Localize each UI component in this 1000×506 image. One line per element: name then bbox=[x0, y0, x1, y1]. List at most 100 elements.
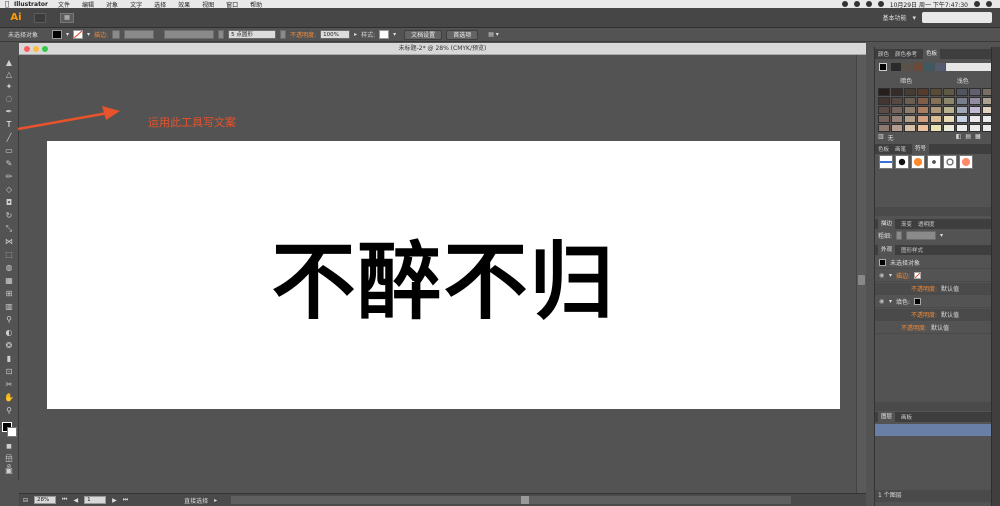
appearance-fill-opacity-row[interactable]: 不透明度: 默认值 bbox=[875, 309, 991, 321]
stroke-label[interactable]: 描边: bbox=[94, 30, 108, 39]
chevron-down-icon[interactable]: ▾ bbox=[66, 31, 69, 38]
mesh-tool-icon[interactable]: ⊞ bbox=[3, 289, 15, 299]
swatch-cell[interactable] bbox=[891, 124, 903, 132]
chevron-down-icon[interactable]: ▾ bbox=[393, 31, 396, 38]
chevron-right-icon[interactable]: ▸ bbox=[354, 31, 357, 38]
swatch-cell[interactable] bbox=[943, 106, 955, 114]
preferences-button[interactable]: 首选项 bbox=[446, 29, 479, 40]
swatch-cell[interactable] bbox=[878, 124, 890, 132]
hand-tool-icon[interactable]: ✋ bbox=[3, 393, 15, 403]
tab-stroke[interactable]: 描边 bbox=[878, 219, 896, 229]
stroke-color-swatch[interactable] bbox=[73, 30, 84, 39]
chevron-right-icon[interactable]: ▸ bbox=[214, 497, 217, 504]
swatch-cell[interactable] bbox=[917, 106, 929, 114]
artboard[interactable]: 不醉不归 bbox=[47, 141, 840, 409]
artboard-number-field[interactable]: 1 bbox=[84, 496, 107, 504]
opacity-input[interactable]: 100% bbox=[320, 30, 351, 39]
appearance-fill-swatch[interactable] bbox=[914, 298, 922, 305]
paintbrush-tool-icon[interactable]: ✎ bbox=[3, 159, 15, 169]
arrange-documents-icon[interactable]: ▦ bbox=[60, 12, 74, 23]
battery-icon[interactable] bbox=[877, 1, 884, 7]
swatch-cell[interactable] bbox=[969, 115, 981, 123]
swatch-cell[interactable] bbox=[904, 88, 916, 96]
appearance-opacity-row[interactable]: 不透明度: 默认值 bbox=[875, 283, 991, 295]
fill-color-swatch[interactable] bbox=[52, 30, 63, 39]
search-field[interactable] bbox=[922, 12, 992, 23]
zoom-tool-icon[interactable]: ⚲ bbox=[3, 406, 15, 416]
stroke-weight-dropdown[interactable] bbox=[124, 30, 155, 39]
swatch-cell[interactable] bbox=[904, 115, 916, 123]
stroke-weight-input[interactable] bbox=[906, 231, 937, 240]
swatch-cell[interactable] bbox=[878, 106, 890, 114]
direct-selection-tool-icon[interactable]: △ bbox=[3, 70, 15, 80]
tab-swatches-2[interactable]: 色板 bbox=[878, 145, 889, 153]
color-mode-icons[interactable]: ■ □ ⊘ bbox=[3, 442, 15, 470]
swatch-cell[interactable] bbox=[969, 124, 981, 132]
swatch-cell[interactable] bbox=[956, 106, 968, 114]
symbol-item[interactable] bbox=[879, 155, 893, 169]
symbol-item[interactable] bbox=[911, 155, 925, 169]
appearance-opacity3-label[interactable]: 不透明度: bbox=[901, 323, 927, 332]
tab-brushes[interactable]: 画笔 bbox=[895, 145, 906, 153]
free-transform-tool-icon[interactable]: ⬚ bbox=[3, 250, 15, 260]
swatch-cell[interactable] bbox=[930, 124, 942, 132]
chevron-down-icon[interactable]: ▾ bbox=[87, 31, 90, 38]
recent-swatch[interactable] bbox=[891, 63, 901, 71]
eye-icon[interactable]: ◉ bbox=[879, 272, 885, 279]
swatch-cell[interactable] bbox=[917, 124, 929, 132]
app-menu[interactable]: Illustrator bbox=[14, 1, 48, 8]
slice-tool-icon[interactable]: ✂ bbox=[3, 380, 15, 390]
recent-swatch[interactable] bbox=[924, 63, 934, 71]
swatch-cell[interactable] bbox=[969, 97, 981, 105]
swatch-cell[interactable] bbox=[943, 88, 955, 96]
chevron-down-icon[interactable]: ▾ bbox=[940, 232, 943, 239]
artboard-nav-icon[interactable]: ⊟ bbox=[23, 497, 28, 504]
apple-icon[interactable]:  bbox=[0, 0, 14, 8]
swatch-cell[interactable] bbox=[904, 97, 916, 105]
swatch-cell[interactable] bbox=[943, 124, 955, 132]
layer-row[interactable] bbox=[875, 424, 991, 436]
swatch-cell[interactable] bbox=[891, 97, 903, 105]
swatch-cell[interactable] bbox=[878, 97, 890, 105]
tab-graphic-styles[interactable]: 图形样式 bbox=[901, 246, 923, 254]
tab-swatches[interactable]: 色板 bbox=[923, 49, 941, 59]
recent-swatch[interactable] bbox=[935, 63, 945, 71]
disclosure-icon[interactable]: ▾ bbox=[889, 298, 892, 305]
swatch-cell[interactable] bbox=[956, 124, 968, 132]
vertical-scrollbar[interactable] bbox=[856, 55, 866, 493]
swatch-cell[interactable] bbox=[930, 115, 942, 123]
stroke-weight-stepper[interactable] bbox=[896, 231, 903, 240]
shaper-tool-icon[interactable]: ◇ bbox=[3, 185, 15, 195]
swatch-cell[interactable] bbox=[943, 97, 955, 105]
swatch-cell[interactable] bbox=[969, 88, 981, 96]
eye-icon[interactable]: ◉ bbox=[879, 298, 885, 305]
column-graph-tool-icon[interactable]: ▮ bbox=[3, 354, 15, 364]
tab-gradient[interactable]: 渐变 bbox=[901, 220, 912, 228]
swatch-cell[interactable] bbox=[943, 115, 955, 123]
stroke-swatch[interactable] bbox=[7, 427, 17, 437]
symbol-item[interactable] bbox=[959, 155, 973, 169]
magic-wand-tool-icon[interactable]: ✦ bbox=[3, 82, 15, 92]
swatch-cell[interactable] bbox=[904, 124, 916, 132]
horizontal-scroll-thumb[interactable] bbox=[521, 496, 530, 504]
headline-text[interactable]: 不醉不归 bbox=[47, 141, 840, 409]
appearance-fill-row[interactable]: ◉ ▾ 填色: bbox=[875, 296, 991, 308]
opacity-label[interactable]: 不透明度: bbox=[290, 30, 316, 39]
swatch-cell[interactable] bbox=[904, 106, 916, 114]
swatch-cell[interactable] bbox=[891, 88, 903, 96]
swatch-cell[interactable] bbox=[878, 88, 890, 96]
new-group-icon[interactable]: ▤ bbox=[965, 133, 971, 142]
eyedropper-tool-icon[interactable]: ⚲ bbox=[3, 315, 15, 325]
chevron-down-icon[interactable] bbox=[280, 30, 287, 39]
chevron-down-icon[interactable] bbox=[218, 30, 225, 39]
appearance-fill-label[interactable]: 填色: bbox=[896, 297, 910, 306]
appearance-stroke-label[interactable]: 描边: bbox=[896, 271, 910, 280]
swatch-cell[interactable] bbox=[878, 115, 890, 123]
current-fill-swatch[interactable] bbox=[879, 63, 887, 71]
swatch-cell[interactable] bbox=[917, 115, 929, 123]
pencil-tool-icon[interactable]: ✏ bbox=[3, 172, 15, 182]
gradient-tool-icon[interactable]: ▥ bbox=[3, 302, 15, 312]
vertical-scroll-thumb[interactable] bbox=[858, 275, 865, 285]
screen-mode-icon[interactable]: ▣ bbox=[3, 466, 15, 476]
tab-color-guide[interactable]: 颜色参考 bbox=[895, 50, 917, 58]
